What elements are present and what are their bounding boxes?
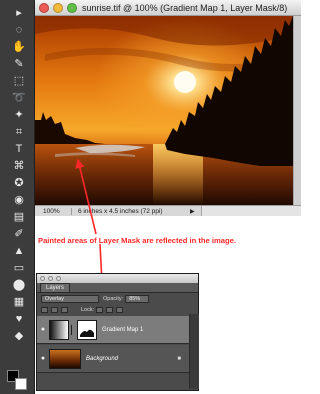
adjustment-layer-thumbnail <box>49 319 69 340</box>
link-icon[interactable] <box>41 307 48 313</box>
text-icon[interactable]: T <box>10 142 28 157</box>
close-window-button[interactable] <box>39 2 49 13</box>
marquee-icon[interactable]: ⬚ <box>10 74 28 89</box>
panel-bottom-bar <box>37 374 189 390</box>
panel-tabbar: Layers <box>37 283 198 293</box>
layer-row[interactable]: ● Background ■ <box>37 345 189 373</box>
lock-position-icon[interactable] <box>106 307 114 313</box>
layers-panel: Layers Overlay Opacity: 85% Lock: ● Grad… <box>36 273 199 391</box>
toolbox: ▸ ◌ ✋ ✎ ⬚ ➰ ✦ ⌗ T ⌘ ✪ ◉ ▤ ✐ ▲ ▭ ⬤ ▦ ♥ ◆ <box>0 0 35 394</box>
lock-icon: ■ <box>177 355 181 362</box>
zoom-icon[interactable]: ◉ <box>10 193 28 208</box>
history-brush-icon[interactable]: ♥ <box>10 312 28 327</box>
sunrise-image <box>35 16 293 205</box>
opacity-label: Opacity: <box>103 296 124 302</box>
document-titlebar: sunrise.tif @ 100% (Gradient Map 1, Laye… <box>35 0 301 16</box>
brush-icon[interactable]: ▤ <box>10 210 28 225</box>
document-title: sunrise.tif @ 100% (Gradient Map 1, Laye… <box>82 2 288 13</box>
stamp-icon[interactable]: ▦ <box>10 295 28 310</box>
zoom-window-button[interactable] <box>67 2 77 13</box>
layer-options-row: Overlay Opacity: 85% <box>37 293 198 305</box>
dodge-icon[interactable]: ⬤ <box>10 278 28 293</box>
style-icon[interactable] <box>51 307 58 313</box>
pen-icon[interactable]: ⌘ <box>10 159 28 174</box>
quick-selection-icon[interactable]: ◌ <box>10 23 28 38</box>
shape-icon[interactable]: ✪ <box>10 176 28 191</box>
panel-zoom-button[interactable] <box>56 276 61 281</box>
background-layer-thumbnail <box>49 348 81 369</box>
zoom-level[interactable]: 100% <box>35 207 72 215</box>
horizontal-scrollbar[interactable] <box>200 206 301 216</box>
layer-name[interactable]: Gradient Map 1 <box>102 327 143 333</box>
panel-scrollbar[interactable] <box>189 314 199 389</box>
mask-icon[interactable] <box>61 307 68 313</box>
visibility-eye-icon[interactable]: ● <box>37 326 49 333</box>
background-color-chip[interactable] <box>15 378 27 390</box>
paint-bucket-icon[interactable]: ◆ <box>10 329 28 344</box>
crop-icon[interactable]: ⌗ <box>10 125 28 140</box>
document-status-bar: 100% 6 inches x 4.5 inches (72 ppi) ▶ <box>35 205 301 216</box>
blend-mode-select[interactable]: Overlay <box>41 295 99 303</box>
lock-row: Lock: <box>37 305 198 315</box>
lock-all-icon[interactable] <box>116 307 124 313</box>
minimize-window-button[interactable] <box>53 2 63 13</box>
hand-icon[interactable]: ✋ <box>10 40 28 55</box>
eyedropper-icon[interactable]: ✎ <box>10 57 28 72</box>
status-menu-arrow-icon[interactable]: ▶ <box>190 208 195 215</box>
lock-pixels-icon[interactable] <box>96 307 104 313</box>
lasso-icon[interactable]: ➰ <box>10 91 28 106</box>
document-info[interactable]: 6 inches x 4.5 inches (72 ppi) <box>72 208 188 215</box>
annotation-text: Painted areas of Layer Mask are reflecte… <box>38 236 236 245</box>
vertical-scrollbar[interactable] <box>293 16 301 205</box>
panel-titlebar <box>37 274 198 283</box>
blur-icon[interactable]: ▭ <box>10 261 28 276</box>
gradient-icon[interactable]: ▲ <box>10 244 28 259</box>
mask-painted-area <box>80 329 94 337</box>
lock-label: Lock: <box>81 307 95 313</box>
opacity-field[interactable]: 85% <box>125 295 150 303</box>
document-canvas[interactable] <box>35 16 293 205</box>
panel-minimize-button[interactable] <box>48 276 53 281</box>
layer-mask-thumbnail[interactable] <box>77 319 97 340</box>
magic-wand-icon[interactable]: ✦ <box>10 108 28 123</box>
visibility-eye-icon[interactable]: ● <box>37 355 49 362</box>
layer-row[interactable]: ● Gradient Map 1 <box>37 316 189 344</box>
tab-layers[interactable]: Layers <box>40 283 71 292</box>
layer-name[interactable]: Background <box>86 356 118 362</box>
panel-close-button[interactable] <box>40 276 45 281</box>
eraser-icon[interactable]: ✐ <box>10 227 28 242</box>
move-icon[interactable]: ▸ <box>10 6 28 21</box>
